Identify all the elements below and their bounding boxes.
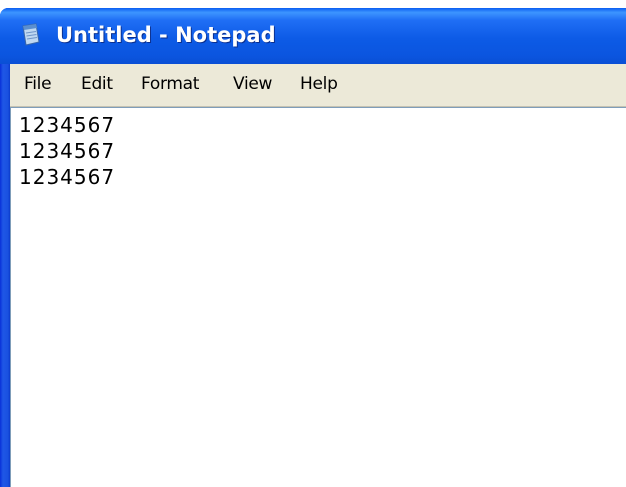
menu-bar: File Edit Format View Help xyxy=(10,64,626,107)
notepad-window: Untitled - Notepad File Edit Format View… xyxy=(0,0,626,487)
menu-file[interactable]: File xyxy=(24,73,52,95)
notepad-icon[interactable] xyxy=(20,23,42,47)
editor-line: 1234567 xyxy=(19,165,116,189)
menu-format[interactable]: Format xyxy=(141,73,199,95)
editor-line: 1234567 xyxy=(19,139,116,163)
menu-view[interactable]: View xyxy=(233,73,272,95)
editor-content[interactable]: 1234567 1234567 1234567 xyxy=(19,112,115,190)
window-left-border[interactable] xyxy=(0,8,10,487)
menu-edit[interactable]: Edit xyxy=(81,73,113,95)
text-editor-area[interactable]: 1234567 1234567 1234567 xyxy=(10,107,626,487)
editor-line: 1234567 xyxy=(19,113,116,137)
menu-help[interactable]: Help xyxy=(300,73,338,95)
window-title: Untitled - Notepad xyxy=(56,23,276,47)
title-bar[interactable]: Untitled - Notepad xyxy=(0,8,626,64)
